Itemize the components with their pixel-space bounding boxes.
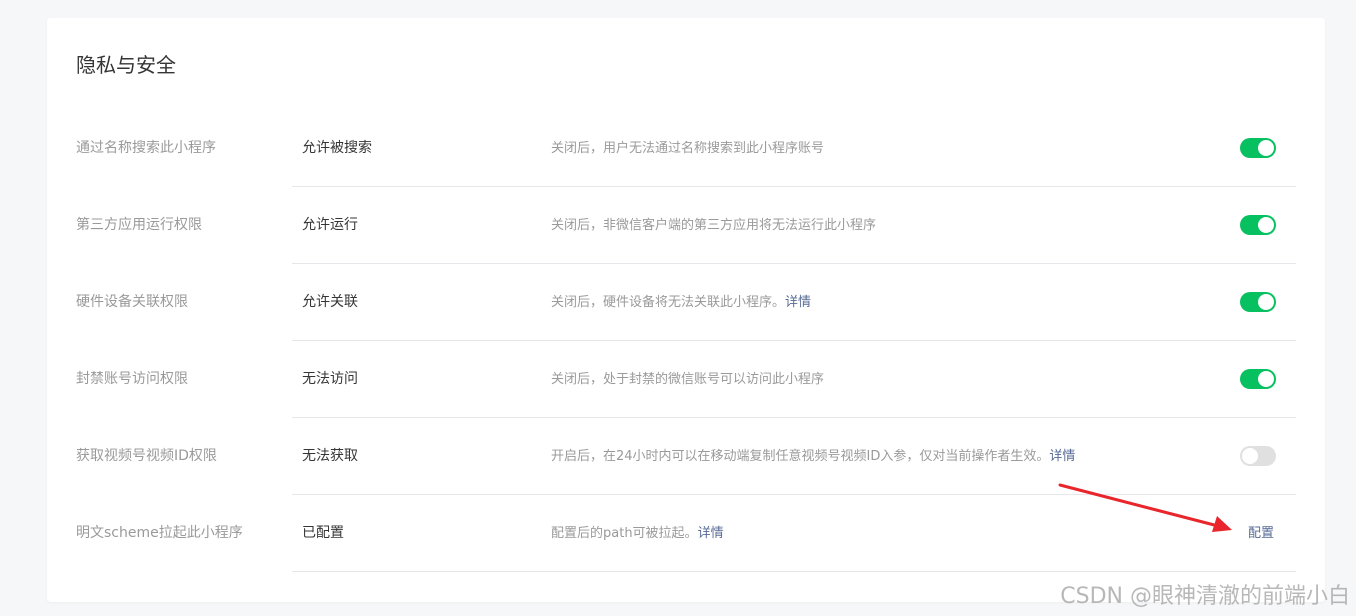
watermark: CSDN @眼神清澈的前端小白 — [1060, 584, 1350, 609]
setting-status: 已配置 — [302, 525, 344, 541]
hardware-toggle[interactable] — [1240, 292, 1276, 312]
setting-description: 关闭后，非微信客户端的第三方应用将无法运行此小程序 — [551, 218, 877, 233]
setting-label: 通过名称搜索此小程序 — [76, 140, 216, 156]
setting-description: 关闭后，硬件设备将无法关联此小程序。详情 — [551, 295, 812, 310]
toggle-knob — [1258, 294, 1274, 310]
setting-row-hardware: 硬件设备关联权限 允许关联 关闭后，硬件设备将无法关联此小程序。详情 — [47, 264, 1325, 341]
privacy-security-card: 隐私与安全 通过名称搜索此小程序 允许被搜索 关闭后，用户无法通过名称搜索到此小… — [47, 18, 1325, 602]
setting-row-banned-account: 封禁账号访问权限 无法访问 关闭后，处于封禁的微信账号可以访问此小程序 — [47, 341, 1325, 418]
settings-list: 通过名称搜索此小程序 允许被搜索 关闭后，用户无法通过名称搜索到此小程序账号 第… — [47, 110, 1325, 572]
setting-row-video-id: 获取视频号视频ID权限 无法获取 开启后，在24小时内可以在移动端复制任意视频号… — [47, 418, 1325, 495]
setting-status: 允许被搜索 — [302, 140, 372, 156]
setting-status: 无法访问 — [302, 371, 358, 387]
setting-description: 关闭后，处于封禁的微信账号可以访问此小程序 — [551, 372, 825, 387]
banned-account-toggle[interactable] — [1240, 369, 1276, 389]
setting-description: 配置后的path可被拉起。详情 — [551, 526, 724, 541]
toggle-knob — [1258, 140, 1274, 156]
toggle-knob — [1242, 448, 1258, 464]
setting-row-third-party: 第三方应用运行权限 允许运行 关闭后，非微信客户端的第三方应用将无法运行此小程序 — [47, 187, 1325, 264]
setting-status: 允许运行 — [302, 217, 358, 233]
setting-label: 获取视频号视频ID权限 — [76, 448, 217, 464]
details-link[interactable]: 详情 — [698, 526, 724, 541]
setting-description: 开启后，在24小时内可以在移动端复制任意视频号视频ID入参，仅对当前操作者生效。… — [551, 449, 1076, 464]
setting-row-name-search: 通过名称搜索此小程序 允许被搜索 关闭后，用户无法通过名称搜索到此小程序账号 — [47, 110, 1325, 187]
setting-label: 明文scheme拉起此小程序 — [76, 525, 243, 541]
configure-link[interactable]: 配置 — [1248, 495, 1274, 572]
setting-description: 关闭后，用户无法通过名称搜索到此小程序账号 — [551, 141, 825, 156]
details-link[interactable]: 详情 — [1049, 449, 1075, 464]
toggle-knob — [1258, 371, 1274, 387]
setting-status: 无法获取 — [302, 448, 358, 464]
row-divider — [292, 571, 1296, 572]
section-title: 隐私与安全 — [76, 53, 176, 77]
name-search-toggle[interactable] — [1240, 138, 1276, 158]
setting-row-scheme: 明文scheme拉起此小程序 已配置 配置后的path可被拉起。详情 配置 — [47, 495, 1325, 572]
setting-label: 硬件设备关联权限 — [76, 294, 188, 310]
setting-label: 第三方应用运行权限 — [76, 217, 202, 233]
setting-status: 允许关联 — [302, 294, 358, 310]
setting-label: 封禁账号访问权限 — [76, 371, 188, 387]
third-party-toggle[interactable] — [1240, 215, 1276, 235]
video-id-toggle[interactable] — [1240, 446, 1276, 466]
toggle-knob — [1258, 217, 1274, 233]
details-link[interactable]: 详情 — [785, 295, 811, 310]
